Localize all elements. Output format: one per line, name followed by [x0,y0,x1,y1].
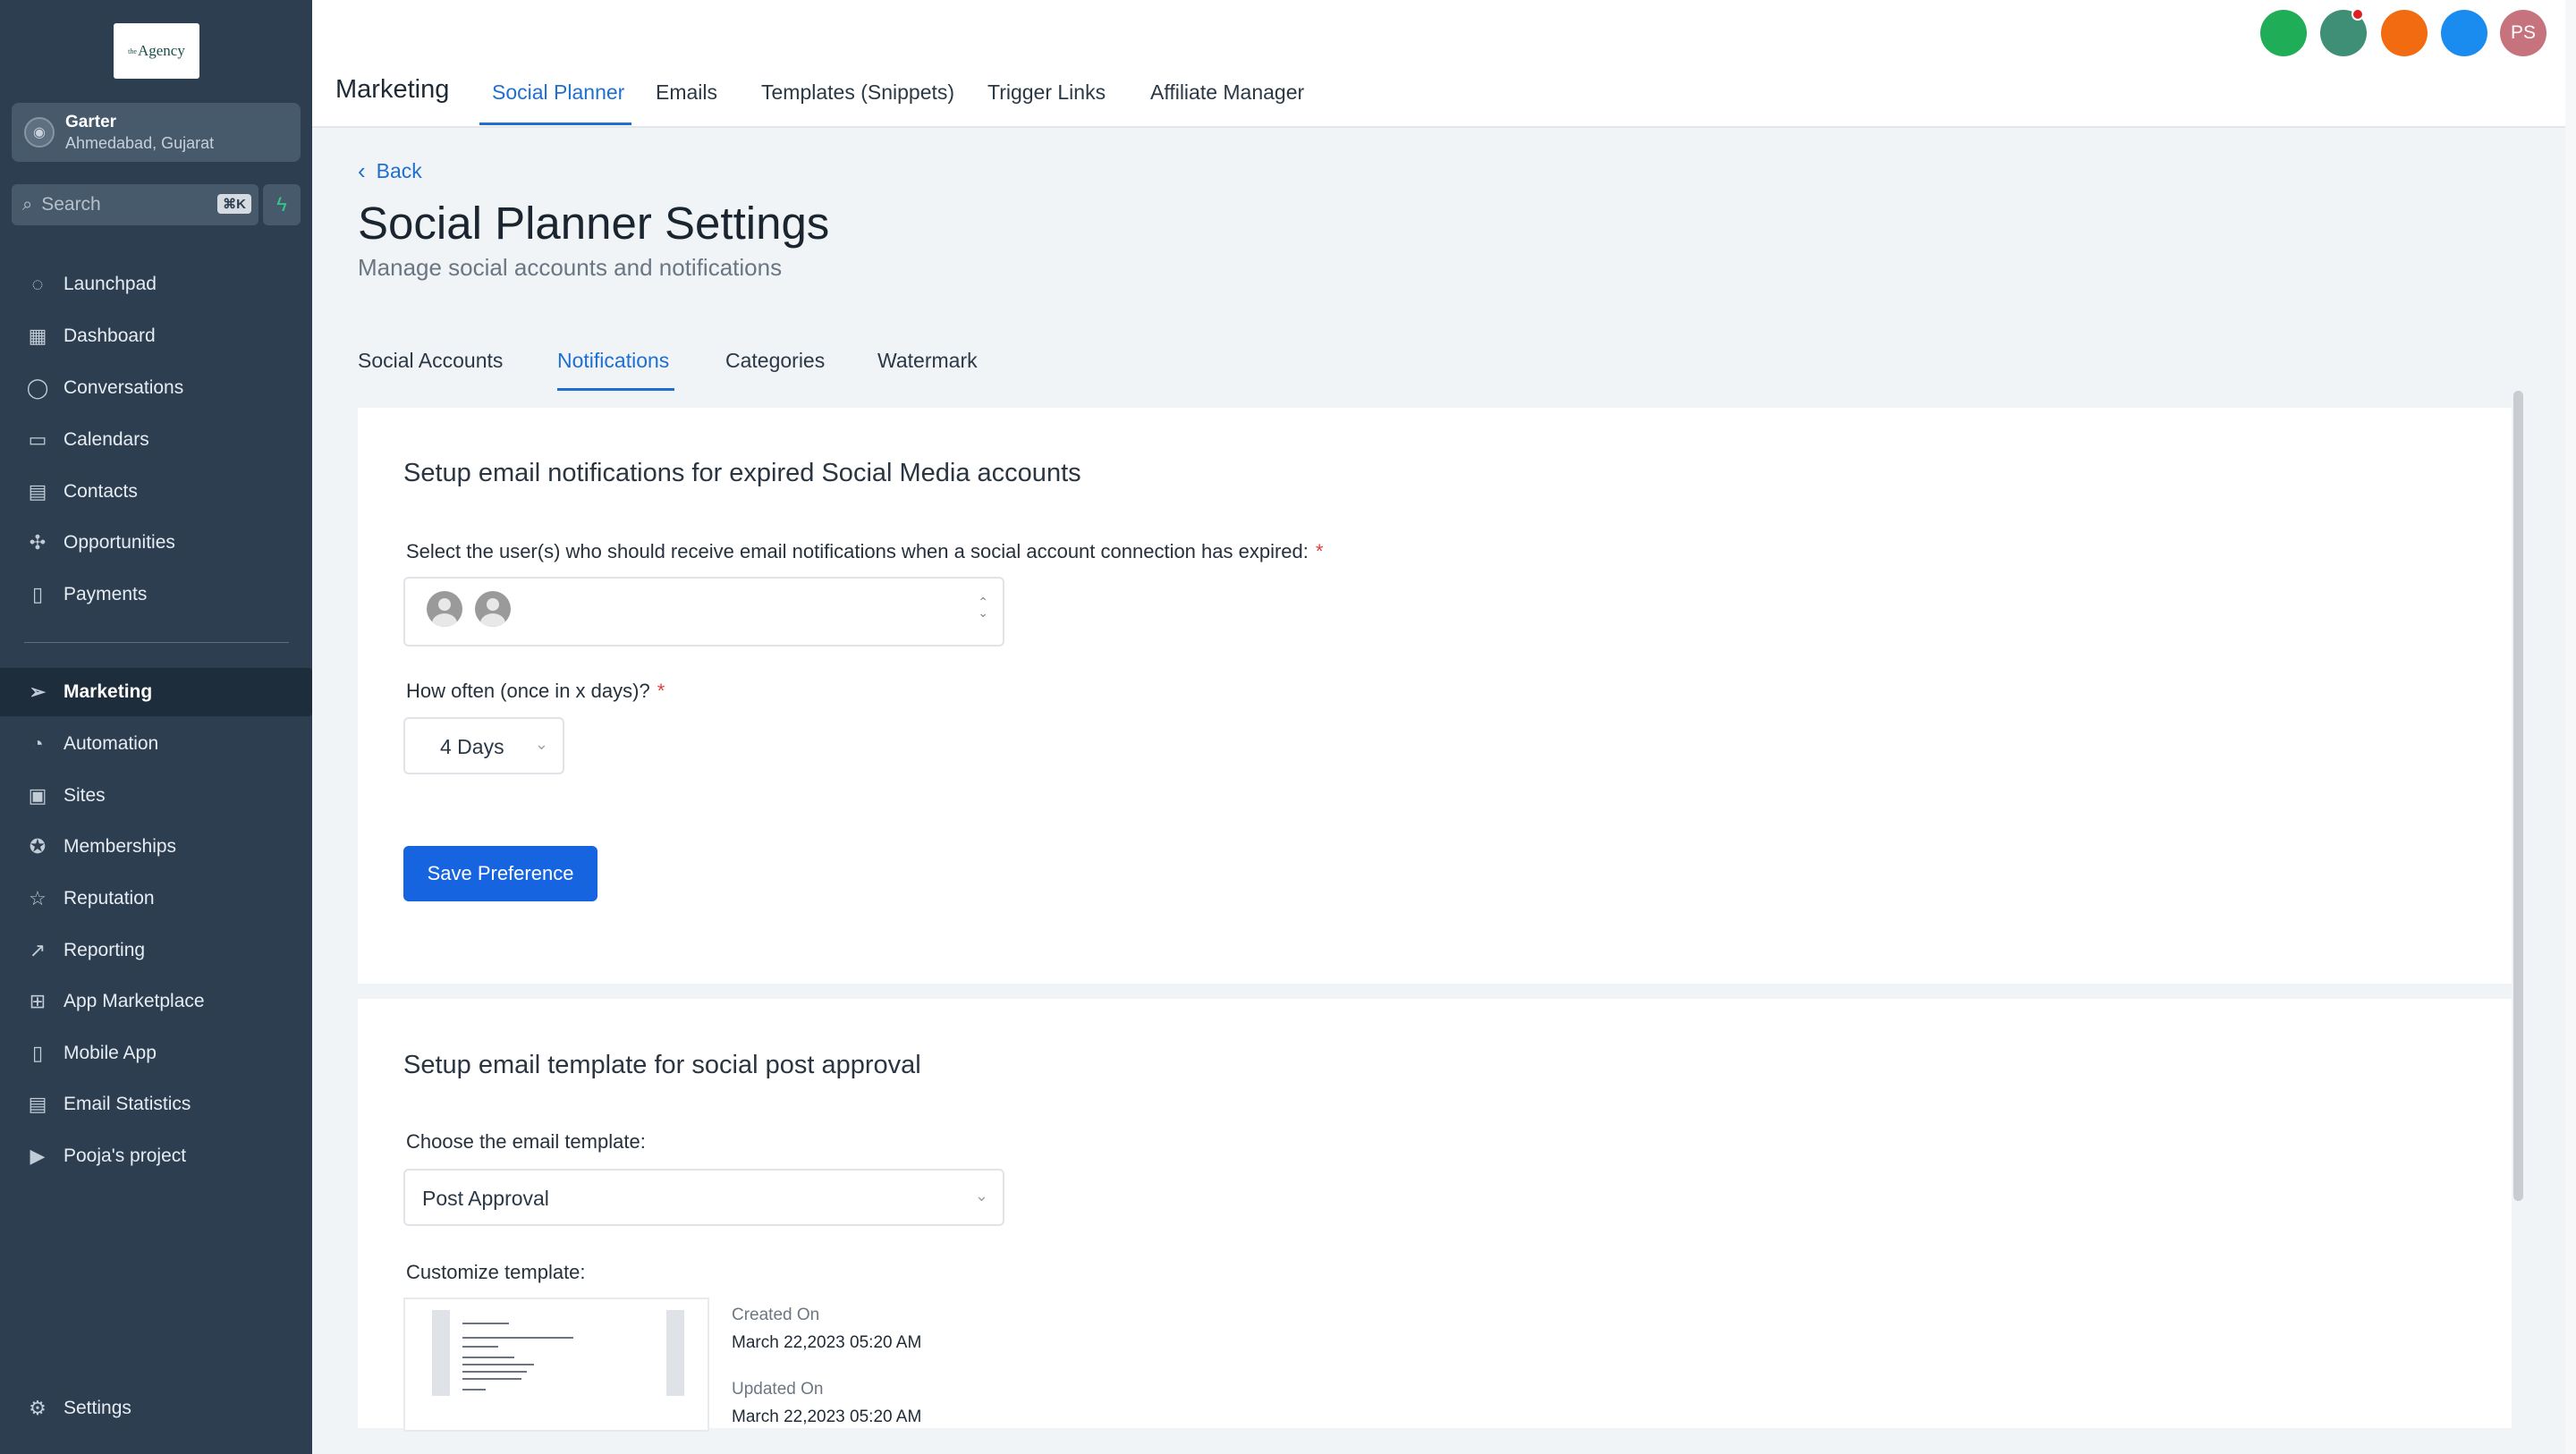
sidebar-item-contacts[interactable]: ▤ Contacts [0,468,312,516]
sidebar-item-poojas-project[interactable]: ▶ Pooja's project [0,1132,312,1180]
sidebar-item-reputation[interactable]: ☆ Reputation [0,875,312,923]
updated-on-value: March 22,2023 05:20 AM [732,1408,922,1426]
created-on-value: March 22,2023 05:20 AM [732,1333,922,1352]
sidebar-item-calendars[interactable]: ▭ Calendars [0,416,312,464]
payments-icon: ▯ [31,583,44,605]
template-preview-page [432,1310,684,1396]
sidebar-item-dashboard[interactable]: ▦ Dashboard [0,312,312,360]
chevron-down-icon: ⌄ [974,1187,988,1205]
sidebar-item-conversations[interactable]: ◯ Conversations [0,364,312,412]
sidebar-item-payments[interactable]: ▯ Payments [0,571,312,619]
trend-icon: ↗ [29,939,47,961]
email-template-select[interactable]: Post Approval ⌄ [403,1169,1004,1226]
users-multiselect[interactable]: ⌃ ⌄ [403,577,1004,647]
contacts-icon: ▤ [28,480,47,503]
tab-watermark[interactable]: Watermark [877,349,978,373]
customize-template-label: Customize template: [406,1261,586,1283]
content-scrollbar[interactable] [2513,391,2523,1201]
quick-action-button[interactable]: ϟ [263,184,301,225]
search-shortcut: ⌘K [217,194,251,214]
page-subtitle: Manage social accounts and notifications [358,254,783,281]
sidebar-item-memberships[interactable]: ✪ Memberships [0,823,312,871]
star-icon: ☆ [29,887,47,909]
rocket-icon: ◌ [31,273,44,295]
top-bar: Marketing Social Planner Emails Template… [312,0,2565,128]
dashboard-icon: ▦ [28,325,47,347]
tab-categories[interactable]: Categories [725,349,825,373]
account-name: Garter [65,112,117,131]
card-title: Setup email notifications for expired So… [403,459,1081,487]
tab-templates-snippets[interactable]: Templates (Snippets) [761,80,954,105]
opportunities-icon: ✣ [29,531,47,554]
sidebar-item-app-marketplace[interactable]: ⊞ App Marketplace [0,977,312,1026]
calendar-icon: ▭ [28,428,47,451]
page-title: Social Planner Settings [358,198,830,249]
required-marker: * [1315,540,1324,562]
required-marker: * [657,680,665,702]
sidebar-item-launchpad[interactable]: ◌ Launchpad [0,260,312,309]
sidebar-item-sites[interactable]: ▣ Sites [0,772,312,820]
tab-affiliate-manager[interactable]: Affiliate Manager [1150,80,1304,105]
sidebar-item-marketing[interactable]: ➢ Marketing [0,668,312,716]
tab-social-planner[interactable]: Social Planner [492,80,624,105]
grid-icon: ⊞ [29,990,47,1012]
bolt-icon: ϟ [276,193,287,216]
help-icon[interactable] [2441,10,2487,56]
tab-notifications[interactable]: Notifications [557,349,669,373]
sidebar-item-opportunities[interactable]: ✣ Opportunities [0,519,312,567]
agency-logo[interactable]: the Agency [114,23,199,79]
announcement-icon[interactable] [2381,10,2428,56]
location-icon: ◉ [24,117,55,148]
module-title: Marketing [335,75,450,104]
active-tab-indicator [479,123,631,125]
user-avatar-icon [427,591,462,627]
card-title: Setup email template for social post app… [403,1051,921,1079]
search-input[interactable]: ⌕ Search ⌘K [12,184,258,225]
user-avatar-icon [475,591,511,627]
email-stats-icon: ▤ [28,1093,47,1115]
tab-emails[interactable]: Emails [656,80,717,105]
mobile-icon: ▯ [31,1042,44,1064]
chevron-left-icon: ‹ [358,157,366,184]
gear-icon: ⚙ [29,1397,47,1419]
account-location: Ahmedabad, Gujarat [65,133,215,152]
sites-icon: ▣ [28,784,47,807]
tab-trigger-links[interactable]: Trigger Links [987,80,1106,105]
post-approval-template-card: Setup email template for social post app… [358,999,2512,1432]
tab-social-accounts[interactable]: Social Accounts [358,349,503,373]
phone-icon[interactable] [2260,10,2307,56]
save-preference-button[interactable]: Save Preference [403,846,597,901]
updated-on-label: Updated On [732,1380,824,1399]
back-link[interactable]: ‹ Back [358,157,422,185]
page-scrollbar-track [2565,0,2576,1454]
send-icon: ➢ [29,681,47,703]
sidebar: the Agency ◉ Garter Ahmedabad, Gujarat ⌕ … [0,0,312,1454]
expired-accounts-notification-card: Setup email notifications for expired So… [358,408,2512,984]
notification-badge [2351,8,2364,21]
frequency-label: How often (once in x days)? * [406,680,665,702]
frequency-select[interactable]: 4 Days ⌄ [403,717,564,774]
sidebar-divider [24,642,289,643]
sidebar-item-settings[interactable]: ⚙ Settings [0,1384,312,1433]
active-subtab-indicator [557,388,674,391]
sidebar-item-automation[interactable]: ◔ Automation [0,720,312,768]
choose-template-label: Choose the email template: [406,1130,646,1153]
user-avatar[interactable]: PS [2500,10,2546,56]
chevron-updown-icon: ⌃ ⌄ [978,595,988,620]
video-icon: ▶ [30,1145,46,1167]
search-icon: ⌕ [22,194,33,215]
chevron-down-icon: ⌄ [534,735,548,753]
created-on-label: Created On [732,1306,820,1324]
template-preview-thumbnail[interactable] [403,1298,709,1432]
automation-icon: ◔ [31,732,44,755]
account-switcher[interactable]: ◉ Garter Ahmedabad, Gujarat [12,103,301,162]
award-icon: ✪ [29,835,47,858]
chat-icon: ◯ [26,376,49,399]
sidebar-item-reporting[interactable]: ↗ Reporting [0,926,312,975]
users-label: Select the user(s) who should receive em… [406,540,1324,562]
sidebar-item-email-statistics[interactable]: ▤ Email Statistics [0,1080,312,1129]
sidebar-item-mobile-app[interactable]: ▯ Mobile App [0,1029,312,1078]
